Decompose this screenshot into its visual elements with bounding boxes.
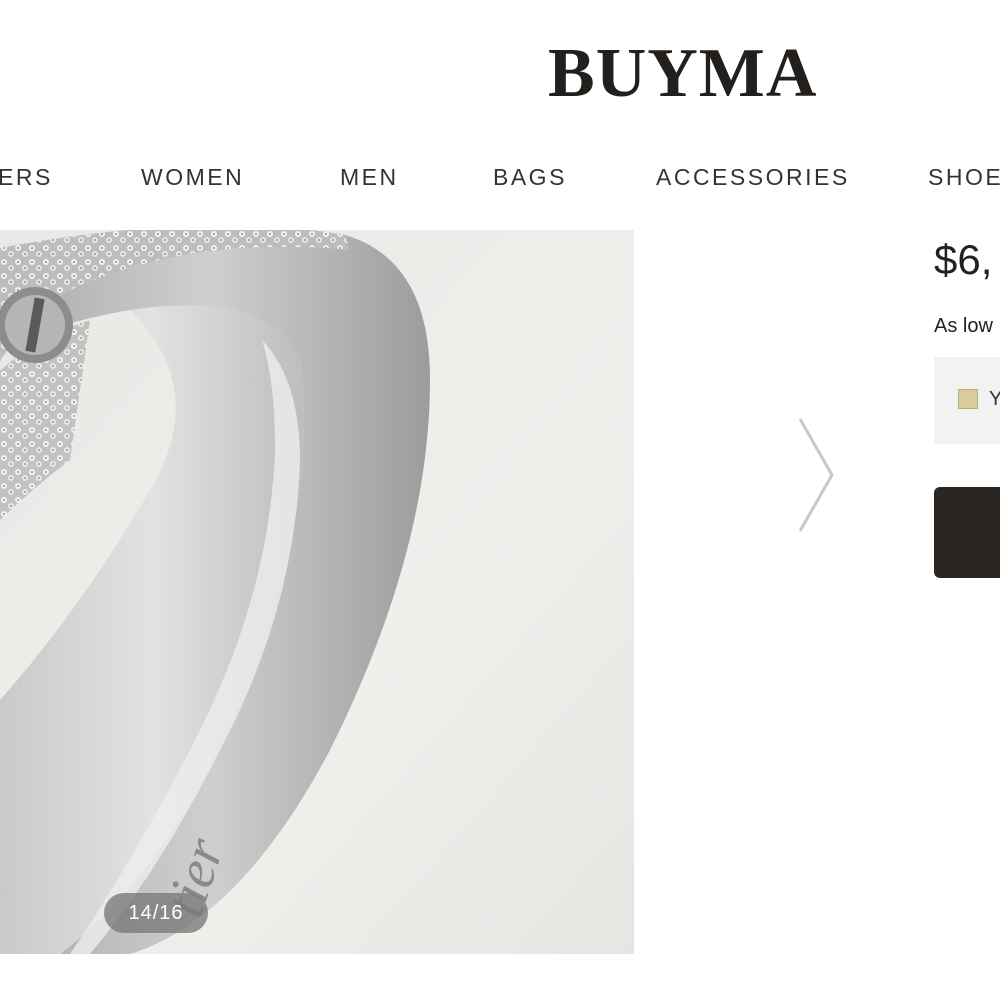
site-logo[interactable]: BUYMA: [548, 36, 838, 112]
nav-item-bags[interactable]: BAGS: [493, 150, 567, 204]
next-image-button[interactable]: [790, 415, 840, 535]
nav-item-accessories[interactable]: ACCESSORIES: [656, 150, 850, 204]
nav-item-men[interactable]: MEN: [340, 150, 399, 204]
product-price: $6,: [934, 236, 993, 283]
color-option[interactable]: Y: [934, 357, 1000, 444]
nav-item-designers[interactable]: ERS: [0, 150, 53, 204]
product-image: tier: [0, 230, 634, 954]
nav-item-women[interactable]: WOMEN: [141, 150, 244, 204]
color-swatch: [958, 389, 978, 409]
nav-item-shoes[interactable]: SHOE: [928, 150, 1000, 204]
product-image-gallery[interactable]: tier 14/16: [0, 230, 634, 954]
color-option-label: Y: [989, 388, 1000, 410]
image-counter: 14/16: [104, 893, 208, 933]
category-nav: ERS WOMEN MEN BAGS ACCESSORIES SHOE: [0, 150, 1000, 204]
as-low-as-text: As low: [934, 315, 993, 337]
chevron-right-icon: [798, 418, 834, 532]
buy-button[interactable]: [934, 487, 1000, 578]
